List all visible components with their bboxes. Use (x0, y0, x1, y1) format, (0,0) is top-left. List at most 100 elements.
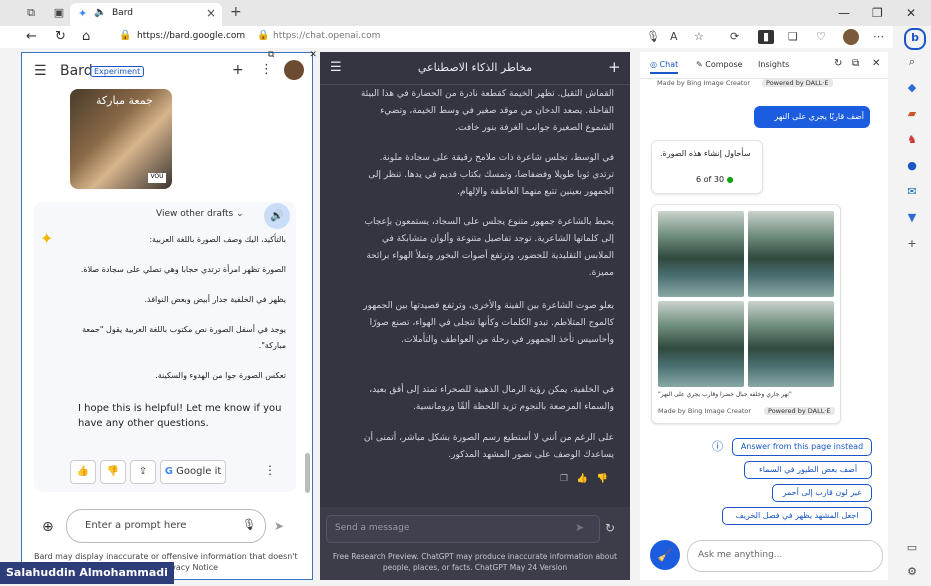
split-screen-icon[interactable]: ▮ (758, 30, 774, 44)
tab-bard[interactable]: ✦ 🔈 Bard × (70, 3, 222, 26)
outlook-icon[interactable]: ✉ (904, 184, 920, 200)
send-icon[interactable]: ➤ (575, 521, 584, 534)
minimize-icon[interactable]: — (838, 6, 850, 20)
thumbs-up-button[interactable]: 👍 (70, 460, 96, 484)
add-icon[interactable]: + (904, 236, 920, 252)
open-in-tab-icon[interactable]: ⧉ (268, 50, 274, 60)
message-placeholder: Send a message (335, 523, 410, 533)
chatgpt-pane: ☰ مخاطر الذكاء الاصطناعي + القماش الثقيل… (320, 52, 630, 580)
favorite-icon[interactable]: ☆ (694, 30, 704, 43)
drop-icon[interactable]: ▼ (904, 210, 920, 226)
close-icon[interactable]: ✕ (872, 58, 880, 69)
copy-icon[interactable]: ❐ (560, 474, 568, 484)
tab-compose[interactable]: ✎ Compose (696, 60, 743, 69)
generated-image[interactable] (748, 211, 834, 297)
suggestion-chip[interactable]: غير لون قارب إلى أحمر (772, 484, 872, 502)
close-window-icon[interactable]: ✕ (906, 6, 916, 20)
bard-favicon-icon: ✦ (78, 7, 88, 20)
prompt-input[interactable]: Enter a prompt here 🎙 (66, 509, 266, 543)
ask-input[interactable]: Ask me anything... (687, 540, 883, 572)
workspaces-icon[interactable]: ⧉ (24, 6, 38, 20)
games-icon[interactable]: ♞ (904, 132, 920, 148)
settings-icon[interactable]: ⚙ (904, 564, 920, 580)
avatar[interactable] (284, 60, 304, 80)
tools-icon[interactable]: ▰ (904, 106, 920, 122)
response-closing: I hope this is helpful! Let me know if y… (78, 403, 282, 429)
thumbs-up-icon[interactable]: 👍 (577, 474, 588, 484)
open-icon[interactable]: ⧉ (852, 58, 859, 69)
mic-icon[interactable]: 🎙 (242, 518, 256, 531)
mic-icon[interactable]: 🎙 (646, 30, 660, 43)
scrollbar[interactable] (305, 453, 310, 493)
new-chat-icon[interactable]: + (608, 58, 621, 76)
edge-sidebar: b ⌕ ◆ ▰ ♞ ● ✉ ▼ + ▭ ⚙ (893, 26, 931, 586)
thumbs-down-icon[interactable]: 👎 (596, 474, 607, 484)
regenerate-icon[interactable]: ↻ (605, 521, 615, 535)
upload-image-icon[interactable]: ⊕ (42, 519, 54, 535)
google-it-button[interactable]: G Google it (160, 460, 226, 484)
status-dot-icon: ● (726, 175, 734, 184)
collections-icon[interactable]: ❏ (788, 30, 798, 43)
sidebar-layout-icon[interactable]: ▭ (904, 540, 920, 556)
menu-icon[interactable]: ☰ (34, 63, 47, 79)
close-tab-icon[interactable]: × (206, 6, 216, 20)
message-paragraph: يحيط بالشاعرة جمهور متنوع يجلس على السجا… (364, 217, 614, 278)
new-tab-icon[interactable]: + (230, 4, 242, 20)
extensions-icon[interactable]: ⟳ (730, 30, 739, 43)
url-field-bard[interactable]: 🔒 https://bard.google.com (107, 28, 245, 45)
suggestion-chip[interactable]: اجعل المشهد يظهر في فصل الخريف (722, 507, 872, 525)
conversation-title: مخاطر الذكاء الاصطناعي (417, 61, 533, 74)
more-icon[interactable]: ⋯ (873, 30, 884, 43)
back-icon[interactable]: ← (26, 29, 37, 44)
tab-actions-icon[interactable]: ▣ (52, 6, 66, 20)
bing-tabs: ◎ Chat ✎ Compose Insights ↻ ⧉ ✕ (640, 52, 888, 79)
help-icon[interactable]: ⓘ (712, 438, 723, 454)
prompt-placeholder: Enter a prompt here (85, 520, 187, 531)
new-topic-button[interactable]: 🧹 (650, 540, 680, 570)
suggestion-chip[interactable]: أضف بعض الطيور في السماء (744, 461, 872, 479)
view-drafts-button[interactable]: View other drafts ⌄ (156, 209, 244, 219)
bing-icon[interactable]: b (904, 28, 926, 50)
author-credit: Salahuddin Almohammadi (0, 562, 174, 584)
bard-more-icon[interactable]: ⋮ (260, 62, 273, 77)
speaker-icon[interactable]: 🔈 (94, 7, 106, 18)
bard-pane: ☰ Bard Experiment + ⋮ جمعة مباركة VOU Vi… (21, 52, 313, 580)
tab-insights-label: Insights (758, 60, 790, 69)
chatgpt-disclaimer: Free Research Preview. ChatGPT may produ… (332, 552, 618, 572)
tab-chat-label: Chat (659, 60, 679, 69)
title-bar: ⧉ ▣ ✦ 🔈 Bard × + — ❐ ✕ (0, 0, 931, 26)
message-paragraph: القماش الثقيل. تظهر الخيمة كقطعة نادرة م… (360, 89, 614, 133)
search-icon[interactable]: ⌕ (904, 54, 920, 70)
thumbs-down-button[interactable]: 👎 (100, 460, 126, 484)
tab-insights[interactable]: Insights (758, 60, 789, 69)
message-paragraph: في الوسط، تجلس شاعرة ذات ملامح رقيقة على… (368, 153, 614, 197)
url-field-gpt[interactable]: 🔒 https://chat.openai.com (255, 28, 625, 45)
generated-image[interactable] (658, 301, 744, 387)
refresh-icon[interactable]: ↻ (55, 29, 66, 44)
home-icon[interactable]: ⌂ (82, 29, 90, 44)
chevron-down-icon: ⌄ (236, 209, 244, 219)
image-caption: "نهر جاري وخلفه جبال خضرا وقارب يجري على… (658, 391, 792, 398)
url-text-bard: https://bard.google.com (137, 31, 246, 41)
tab-title: Bard (112, 8, 133, 18)
generated-image[interactable] (658, 211, 744, 297)
refresh-icon[interactable]: ↻ (834, 58, 842, 69)
compose-icon: ✎ (696, 60, 703, 69)
tab-chat[interactable]: ◎ Chat (650, 60, 679, 74)
send-icon[interactable]: ➤ (274, 519, 284, 533)
new-chat-icon[interactable]: + (232, 62, 244, 78)
health-icon[interactable]: ♡ (816, 30, 826, 43)
message-input[interactable]: Send a message ➤ (326, 515, 600, 543)
more-actions-icon[interactable]: ⋮ (264, 463, 276, 477)
share-button[interactable]: ⇪ (130, 460, 156, 484)
close-pane-icon[interactable]: ✕ (309, 50, 317, 60)
read-aloud-icon[interactable]: A (670, 30, 678, 43)
profile-avatar[interactable] (843, 29, 859, 45)
listen-button[interactable]: 🔊 (264, 203, 290, 229)
office-icon[interactable]: ● (904, 158, 920, 174)
generated-image[interactable] (748, 301, 834, 387)
experiment-badge: Experiment (90, 66, 145, 77)
answer-from-page-button[interactable]: Answer from this page instead (732, 438, 872, 456)
shopping-icon[interactable]: ◆ (904, 80, 920, 96)
maximize-icon[interactable]: ❐ (872, 6, 883, 20)
